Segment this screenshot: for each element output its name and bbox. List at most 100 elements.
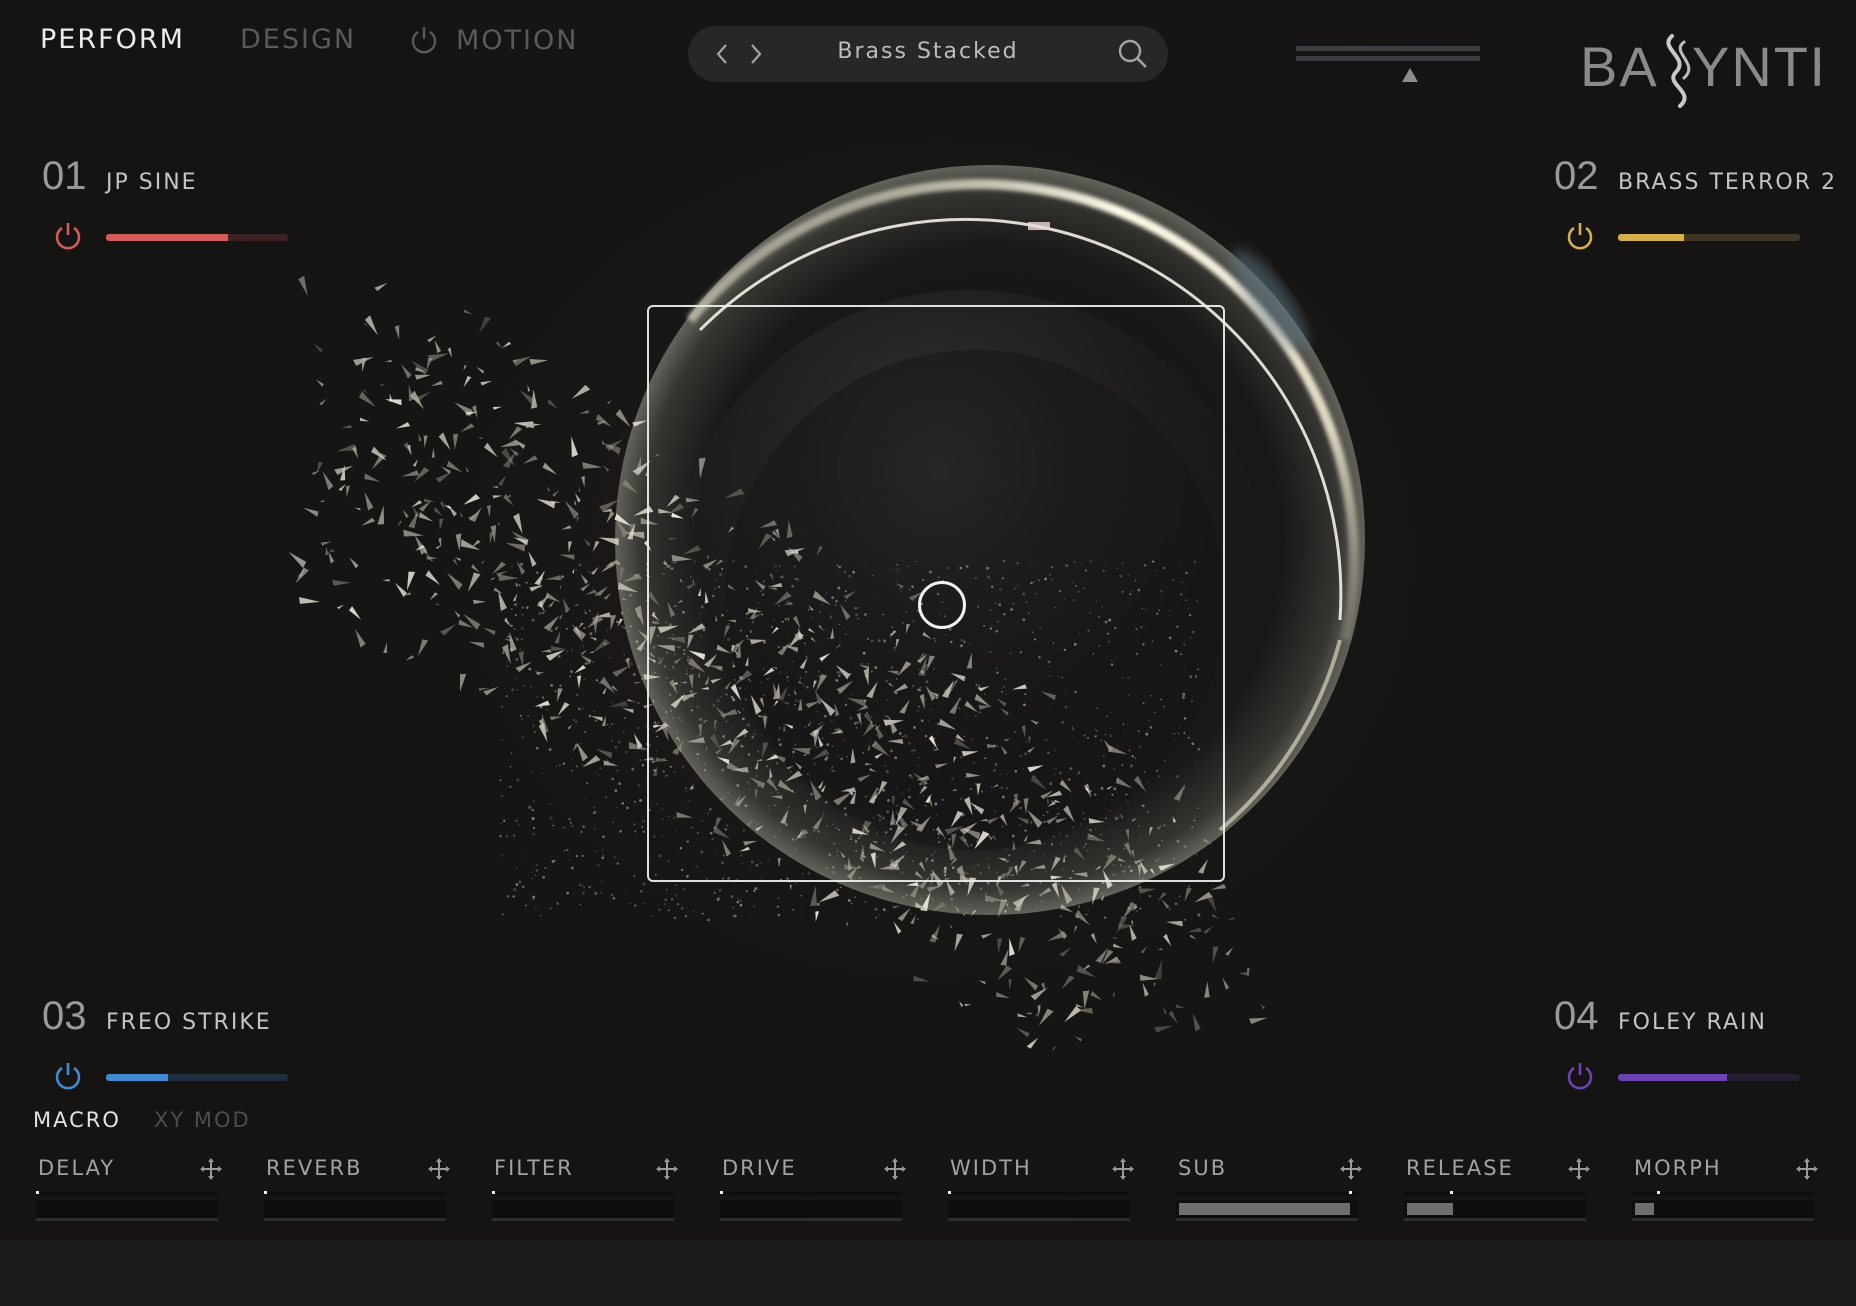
particle-dust (680, 907, 684, 910)
particle-dust (624, 717, 627, 719)
tab-design[interactable]: DESIGN (240, 24, 356, 55)
preset-name[interactable]: Brass Stacked (788, 39, 1068, 64)
move-arrows-icon[interactable] (884, 1158, 906, 1180)
particle-dust (615, 806, 618, 808)
macro-morph: MORPH (1632, 1154, 1818, 1224)
particle-dust (641, 763, 645, 767)
particle-dust (600, 880, 603, 883)
chevron-left-icon[interactable] (710, 39, 734, 69)
move-arrows-icon[interactable] (656, 1158, 678, 1180)
particle-shard (406, 571, 416, 591)
particle-dust (512, 895, 515, 898)
particle-dust (866, 904, 868, 906)
particle-dust (582, 645, 584, 647)
macro-mod-track[interactable] (36, 1191, 218, 1195)
particle-shard (1225, 947, 1234, 956)
layer-name[interactable]: BRASS TERROR 2 (1618, 170, 1837, 195)
move-arrows-icon[interactable] (1568, 1158, 1590, 1180)
power-icon[interactable] (52, 220, 84, 252)
xy-cursor[interactable] (917, 580, 966, 629)
move-arrows-icon[interactable] (1112, 1158, 1134, 1180)
particle-dust (499, 599, 502, 603)
particle-shard (463, 309, 473, 315)
particle-dust (578, 883, 582, 887)
particle-dust (582, 707, 585, 710)
particle-shard (443, 504, 451, 510)
particle-dust (582, 891, 585, 895)
power-icon[interactable] (1564, 220, 1596, 252)
particle-dust (511, 608, 513, 610)
layer-name[interactable]: JP SINE (106, 170, 198, 195)
particle-dust (570, 866, 574, 870)
particle-dust (515, 883, 519, 886)
particle-dust (957, 882, 961, 885)
particle-shard (1153, 982, 1156, 988)
particle-dust (915, 884, 917, 887)
particle-dust (581, 763, 583, 766)
tab-macro[interactable]: MACRO (33, 1108, 121, 1132)
tab-perform[interactable]: PERFORM (40, 24, 185, 55)
macro-mod-track[interactable] (720, 1191, 902, 1195)
power-icon[interactable] (52, 1060, 84, 1092)
particle-dust (521, 613, 524, 616)
power-icon[interactable] (408, 24, 440, 56)
tab-motion[interactable]: MOTION (408, 24, 578, 56)
layer-level-fill (106, 1074, 168, 1081)
macro-mod-track[interactable] (264, 1191, 446, 1195)
particle-shard (978, 980, 986, 985)
particle-dust (1076, 915, 1079, 919)
particle-dust (612, 672, 615, 674)
macro-mod-track[interactable] (492, 1191, 674, 1195)
particle-dust (588, 609, 592, 613)
particle-shard (913, 975, 930, 982)
layer-name[interactable]: FOLEY RAIN (1618, 1010, 1767, 1035)
xy-pad[interactable] (647, 305, 1225, 882)
particle-dust (677, 903, 680, 906)
move-arrows-icon[interactable] (1796, 1158, 1818, 1180)
macro-mod-track[interactable] (1176, 1191, 1358, 1195)
particle-shard (1175, 1004, 1186, 1009)
macro-slider[interactable] (948, 1200, 1130, 1221)
macro-slider-fill (1635, 1203, 1655, 1215)
master-volume-slider[interactable] (1296, 44, 1480, 84)
particle-dust (591, 587, 593, 589)
layer-name[interactable]: FREO STRIKE (106, 1010, 272, 1035)
particle-shard (556, 688, 563, 703)
volume-handle[interactable] (1402, 68, 1419, 82)
move-arrows-icon[interactable] (200, 1158, 222, 1180)
tab-xy-mod[interactable]: XY MOD (154, 1108, 251, 1132)
chevron-right-icon[interactable] (744, 39, 768, 69)
particle-dust (579, 672, 581, 674)
particle-shard (582, 462, 603, 469)
particle-shard (568, 541, 572, 553)
macro-slider[interactable] (720, 1200, 902, 1221)
particle-shard (319, 398, 327, 406)
particle-shard (519, 389, 534, 404)
particle-dust (569, 675, 572, 678)
move-arrows-icon[interactable] (1340, 1158, 1362, 1180)
particle-dust (686, 906, 688, 908)
search-icon[interactable] (1116, 37, 1150, 71)
particle-dust (1054, 902, 1056, 904)
macro-mod-track[interactable] (1404, 1191, 1586, 1195)
power-icon[interactable] (1564, 1060, 1596, 1092)
macro-slider[interactable] (1176, 1200, 1358, 1221)
particle-dust (979, 887, 983, 890)
macro-slider[interactable] (492, 1200, 674, 1221)
macro-slider[interactable] (1632, 1200, 1814, 1221)
macro-mod-track[interactable] (948, 1191, 1130, 1195)
move-arrows-icon[interactable] (428, 1158, 450, 1180)
layer-level-slider[interactable] (106, 234, 288, 241)
layer-level-slider[interactable] (106, 1074, 288, 1081)
macro-slider[interactable] (264, 1200, 446, 1221)
particle-dust (533, 800, 535, 802)
particle-dust (566, 848, 569, 852)
layer-level-slider[interactable] (1618, 234, 1800, 241)
macro-slider[interactable] (36, 1200, 218, 1221)
macro-slider[interactable] (1404, 1200, 1586, 1221)
macro-filter: FILTER (492, 1154, 678, 1224)
particle-shard (316, 461, 323, 475)
layer-level-slider[interactable] (1618, 1074, 1800, 1081)
particle-dust (624, 889, 626, 891)
macro-mod-track[interactable] (1632, 1191, 1814, 1195)
